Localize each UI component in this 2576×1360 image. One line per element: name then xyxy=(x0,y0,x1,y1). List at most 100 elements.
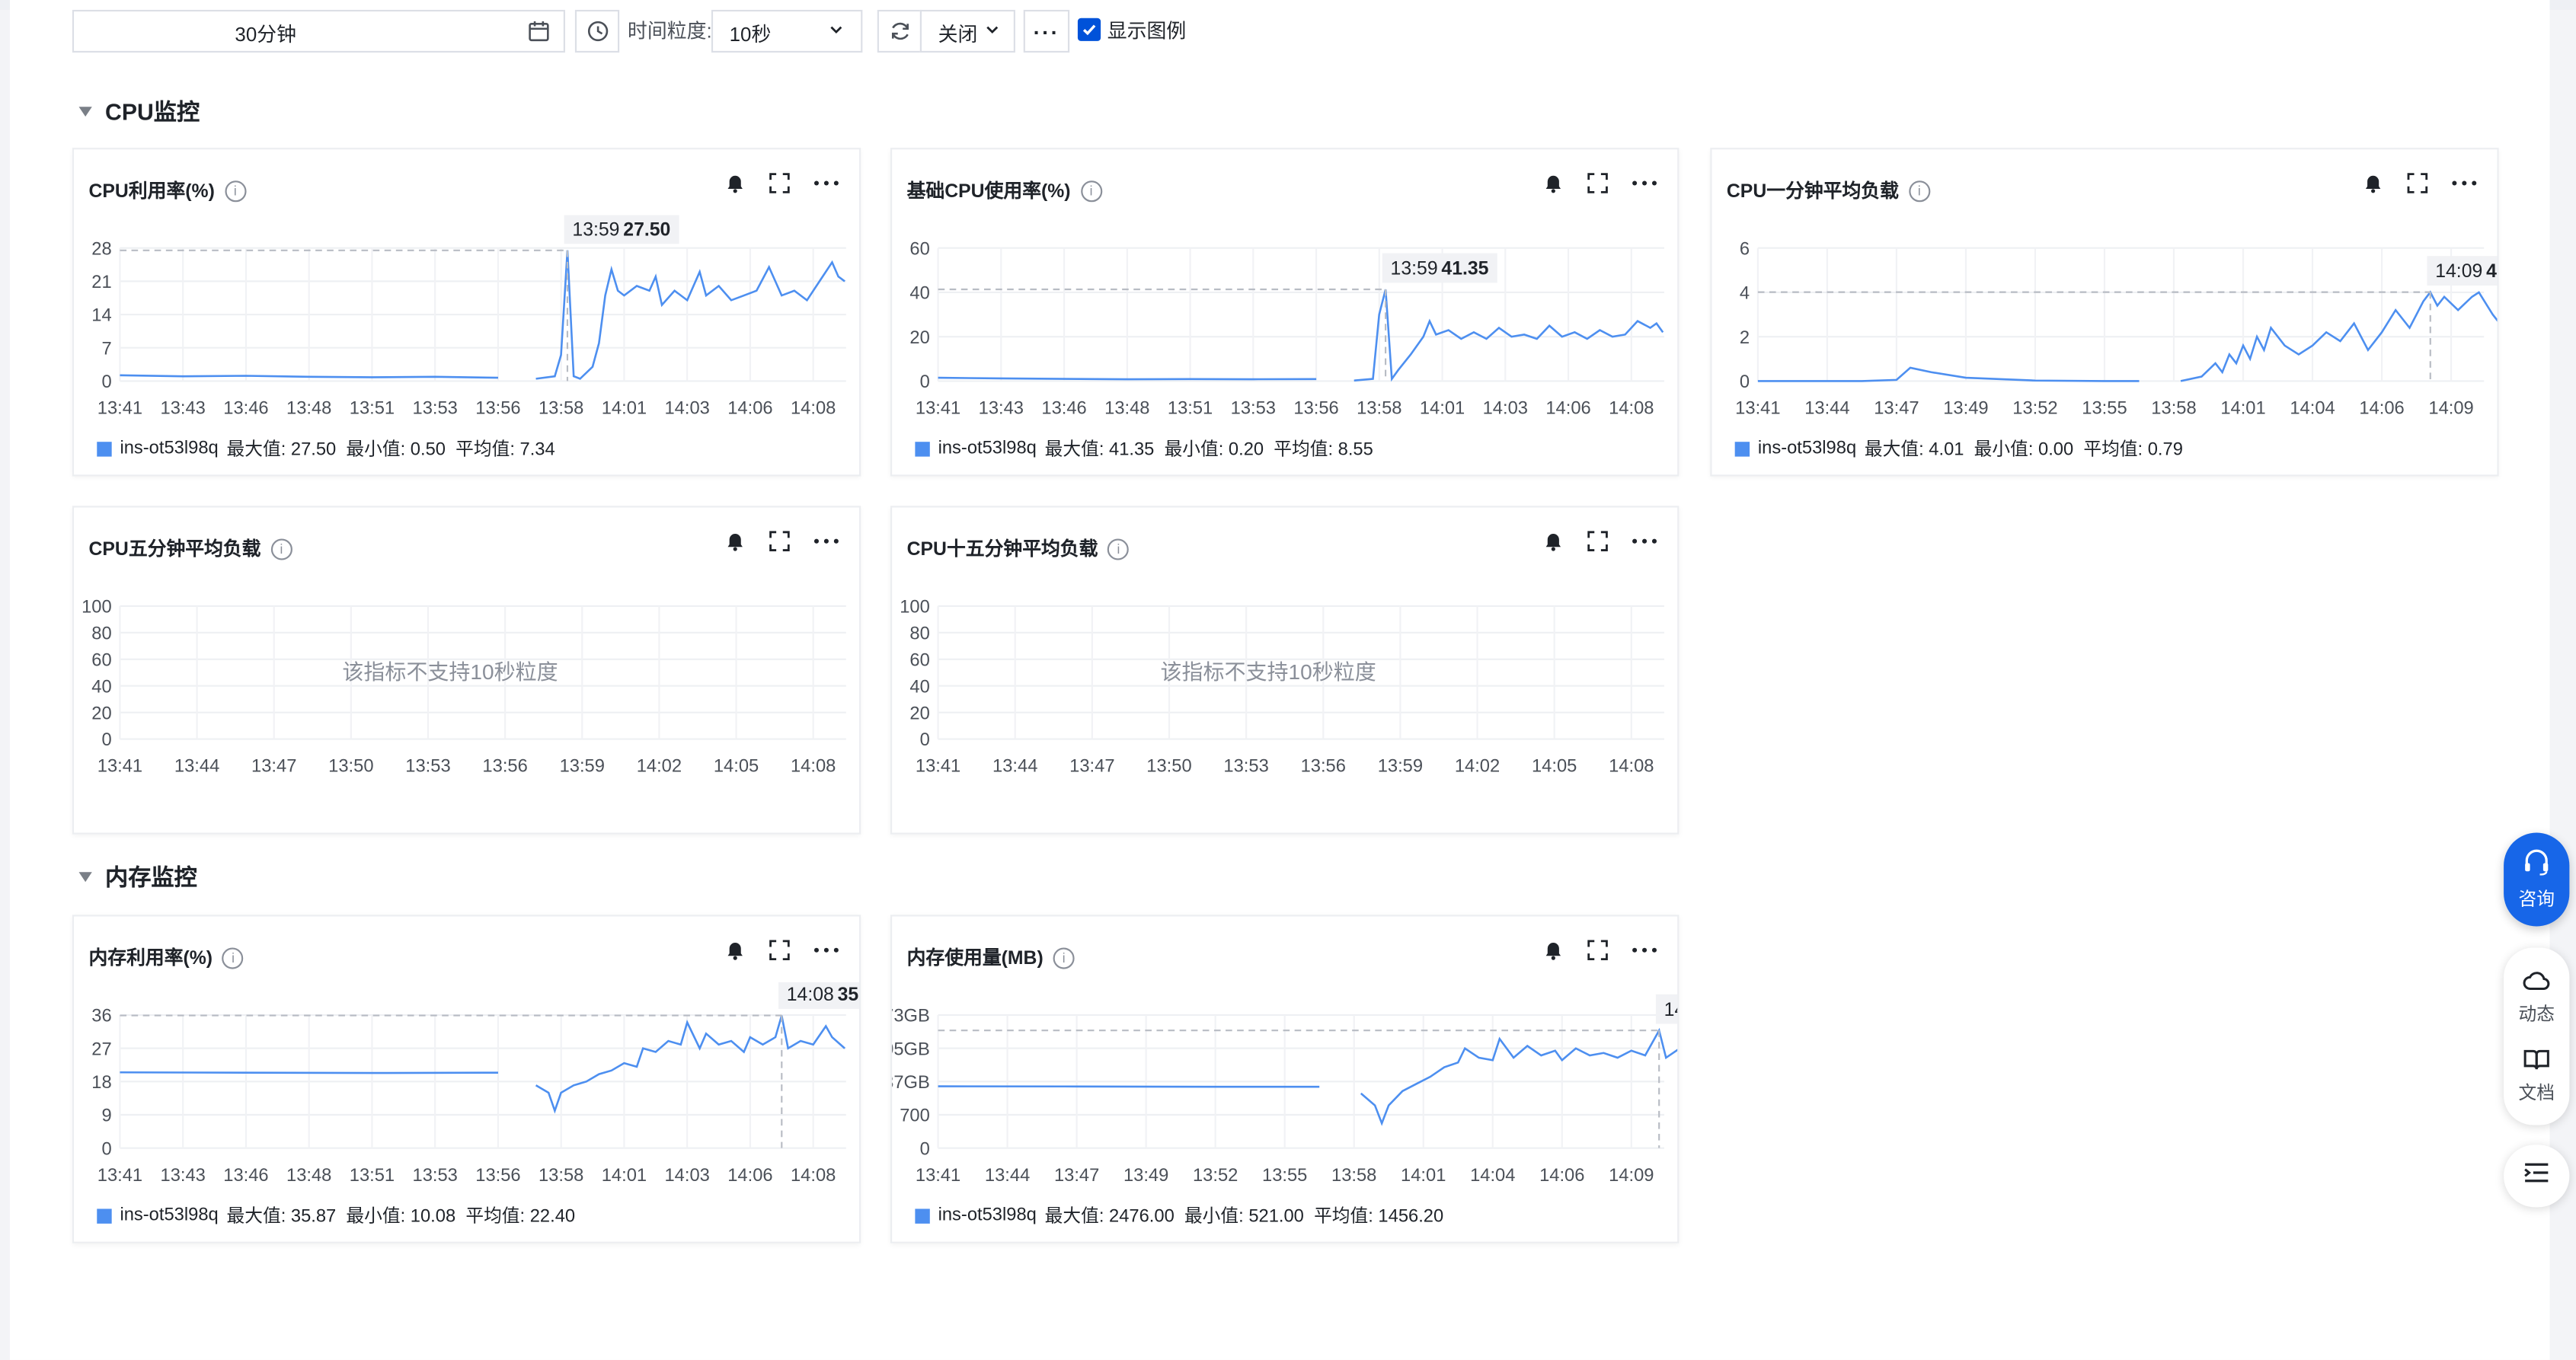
info-icon[interactable]: i xyxy=(270,538,292,560)
info-icon[interactable]: i xyxy=(1080,180,1102,202)
x-tick-label: 13:41 xyxy=(916,757,960,777)
clock-button[interactable] xyxy=(574,9,620,53)
chart-legend[interactable]: ins-ot53l98q 最大值: 35.87 最小值: 10.08 平均值: … xyxy=(97,1202,575,1229)
line-chart[interactable]: 6 4 2 0 13:41 13:44 13:47 13:49 13:52 13:55 13:58 1… xyxy=(1711,215,2498,429)
line-chart[interactable]: 28 21 14 7 0 13:41 13:43 13:46 13:48 13:51 13:53 13… xyxy=(74,215,859,429)
more-icon[interactable] xyxy=(813,531,840,560)
x-tick-label: 13:53 xyxy=(1223,757,1268,777)
x-tick-label: 14:04 xyxy=(1470,1166,1515,1186)
legend-instance: ins-ot53l98q xyxy=(938,1205,1037,1226)
x-tick-label: 14:04 xyxy=(2290,399,2335,419)
clock-icon xyxy=(586,20,609,43)
chart-card: CPU一分钟平均负载 i 6 4 2 0 13:41 13:44 13:47 13:49 13:… xyxy=(1710,148,2499,477)
line-chart[interactable]: 100 80 60 40 20 0 13:41 13:44 13:47 13:50 13:53 13:… xyxy=(892,573,1677,787)
y-tick-label: 9 xyxy=(101,1106,111,1126)
legend-instance: ins-ot53l98q xyxy=(1757,438,1857,458)
info-icon[interactable]: i xyxy=(1908,180,1930,202)
headset-icon xyxy=(2522,848,2552,880)
fullscreen-icon[interactable] xyxy=(1587,940,1609,969)
fullscreen-icon[interactable] xyxy=(769,940,790,969)
side-panel: 动态 文档 xyxy=(2504,947,2570,1125)
consult-button[interactable]: 咨询 xyxy=(2504,832,2570,927)
docs-button[interactable]: 文档 xyxy=(2519,1047,2555,1104)
x-tick-label: 13:52 xyxy=(1193,1166,1238,1186)
time-range-picker[interactable]: 30分钟 xyxy=(72,9,565,53)
more-label: ··· xyxy=(1033,18,1060,44)
refresh-button[interactable] xyxy=(877,9,922,53)
section-memory-title: 内存监控 xyxy=(105,864,197,891)
line-chart[interactable]: 100 80 60 40 20 0 13:41 13:44 13:47 13:50 13:53 13:… xyxy=(74,573,859,787)
section-cpu[interactable]: CPU监控 xyxy=(78,95,200,128)
fullscreen-icon[interactable] xyxy=(1587,172,1609,202)
more-icon[interactable] xyxy=(813,940,840,969)
info-icon[interactable]: i xyxy=(1053,947,1075,969)
legend-instance: ins-ot53l98q xyxy=(120,438,219,458)
chart-legend[interactable]: ins-ot53l98q 最大值: 27.50 最小值: 0.50 平均值: 7… xyxy=(97,436,555,462)
legend-swatch xyxy=(1734,441,1750,456)
x-tick-label: 14:05 xyxy=(1532,757,1577,777)
line-chart[interactable]: 60 40 20 0 13:41 13:43 13:46 13:48 13:51 13:53 13:… xyxy=(892,215,1677,429)
granularity-select[interactable]: 10秒 xyxy=(711,9,863,53)
y-tick-label: 0 xyxy=(101,372,111,392)
line-chart[interactable]: 36 27 18 9 0 13:41 13:43 13:46 13:48 13:51 13:53 13… xyxy=(74,982,860,1196)
chart-card: CPU利用率(%) i 28 21 14 7 0 13:41 13:43 13:46 13:48… xyxy=(72,148,861,477)
chart-card: CPU十五分钟平均负载 i 100 80 60 40 20 0 13:41 13:44 13:4… xyxy=(890,506,1680,835)
more-button[interactable]: ··· xyxy=(1023,9,1070,53)
auto-refresh-select[interactable]: 关闭 xyxy=(919,9,1015,53)
info-icon[interactable]: i xyxy=(224,180,246,202)
x-tick-label: 13:58 xyxy=(1331,1166,1376,1186)
y-tick-label: 40 xyxy=(909,284,929,304)
news-label: 动态 xyxy=(2518,1004,2555,1024)
bell-icon[interactable] xyxy=(1542,531,1564,560)
x-tick-label: 13:41 xyxy=(916,399,960,419)
chart-title-text: CPU一分钟平均负载 xyxy=(1726,182,1899,203)
x-tick-label: 13:50 xyxy=(328,757,373,777)
bell-icon[interactable] xyxy=(1542,940,1564,969)
info-icon[interactable]: i xyxy=(1107,538,1130,560)
section-memory[interactable]: 内存监控 xyxy=(78,860,197,893)
x-tick-label: 13:58 xyxy=(1357,399,1401,419)
chart-legend[interactable]: ins-ot53l98q 最大值: 41.35 最小值: 0.20 平均值: 8… xyxy=(915,436,1373,462)
info-icon[interactable]: i xyxy=(222,947,244,969)
x-tick-label: 13:58 xyxy=(539,1166,583,1186)
fullscreen-icon[interactable] xyxy=(769,172,790,202)
chart-legend[interactable]: ins-ot53l98q 最大值: 4.01 最小值: 0.00 平均值: 0.… xyxy=(1734,436,2183,462)
x-tick-label: 14:08 xyxy=(1609,399,1654,419)
x-tick-label: 13:49 xyxy=(1123,1166,1168,1186)
x-tick-label: 13:53 xyxy=(405,757,450,777)
series-line xyxy=(1360,1027,1678,1126)
fullscreen-icon[interactable] xyxy=(2407,172,2428,202)
line-chart[interactable]: 2.73GB 2.05GB 1.37GB 700 0 13:41 13:44 13:47 13:… xyxy=(892,982,1678,1196)
more-icon[interactable] xyxy=(813,172,840,202)
more-icon[interactable] xyxy=(2451,172,2478,202)
chart-legend[interactable]: ins-ot53l98q 最大值: 2476.00 最小值: 521.00 平均… xyxy=(915,1202,1443,1229)
x-tick-label: 14:01 xyxy=(1401,1166,1446,1186)
fullscreen-icon[interactable] xyxy=(769,531,790,560)
x-tick-label: 14:05 xyxy=(714,757,759,777)
bell-icon[interactable] xyxy=(1542,172,1564,202)
more-icon[interactable] xyxy=(1632,172,1658,202)
y-tick-label: 18 xyxy=(91,1073,111,1093)
x-tick-label: 13:52 xyxy=(2012,399,2057,419)
bell-icon[interactable] xyxy=(724,172,746,202)
news-button[interactable]: 动态 xyxy=(2519,968,2555,1025)
x-tick-label: 13:46 xyxy=(223,1166,268,1186)
more-icon[interactable] xyxy=(1632,531,1658,560)
x-tick-label: 13:47 xyxy=(1054,1166,1099,1186)
bell-icon[interactable] xyxy=(724,940,746,969)
show-legend-checkbox[interactable] xyxy=(1077,18,1101,41)
legend-instance: ins-ot53l98q xyxy=(120,1205,219,1226)
x-tick-label: 13:55 xyxy=(2082,399,2127,419)
bell-icon[interactable] xyxy=(724,531,746,560)
x-tick-label: 13:56 xyxy=(482,757,527,777)
consult-label: 咨询 xyxy=(2518,889,2555,909)
x-tick-label: 13:44 xyxy=(174,757,219,777)
bell-icon[interactable] xyxy=(2363,172,2384,202)
menu-toggle-button[interactable] xyxy=(2504,1145,2570,1208)
fullscreen-icon[interactable] xyxy=(1587,531,1609,560)
tooltip: 14:082476.00 xyxy=(1655,994,1678,1024)
tooltip-time: 13:59 xyxy=(1391,259,1438,279)
x-tick-label: 14:09 xyxy=(1609,1166,1654,1186)
x-tick-label: 13:53 xyxy=(1231,399,1276,419)
more-icon[interactable] xyxy=(1632,940,1658,969)
